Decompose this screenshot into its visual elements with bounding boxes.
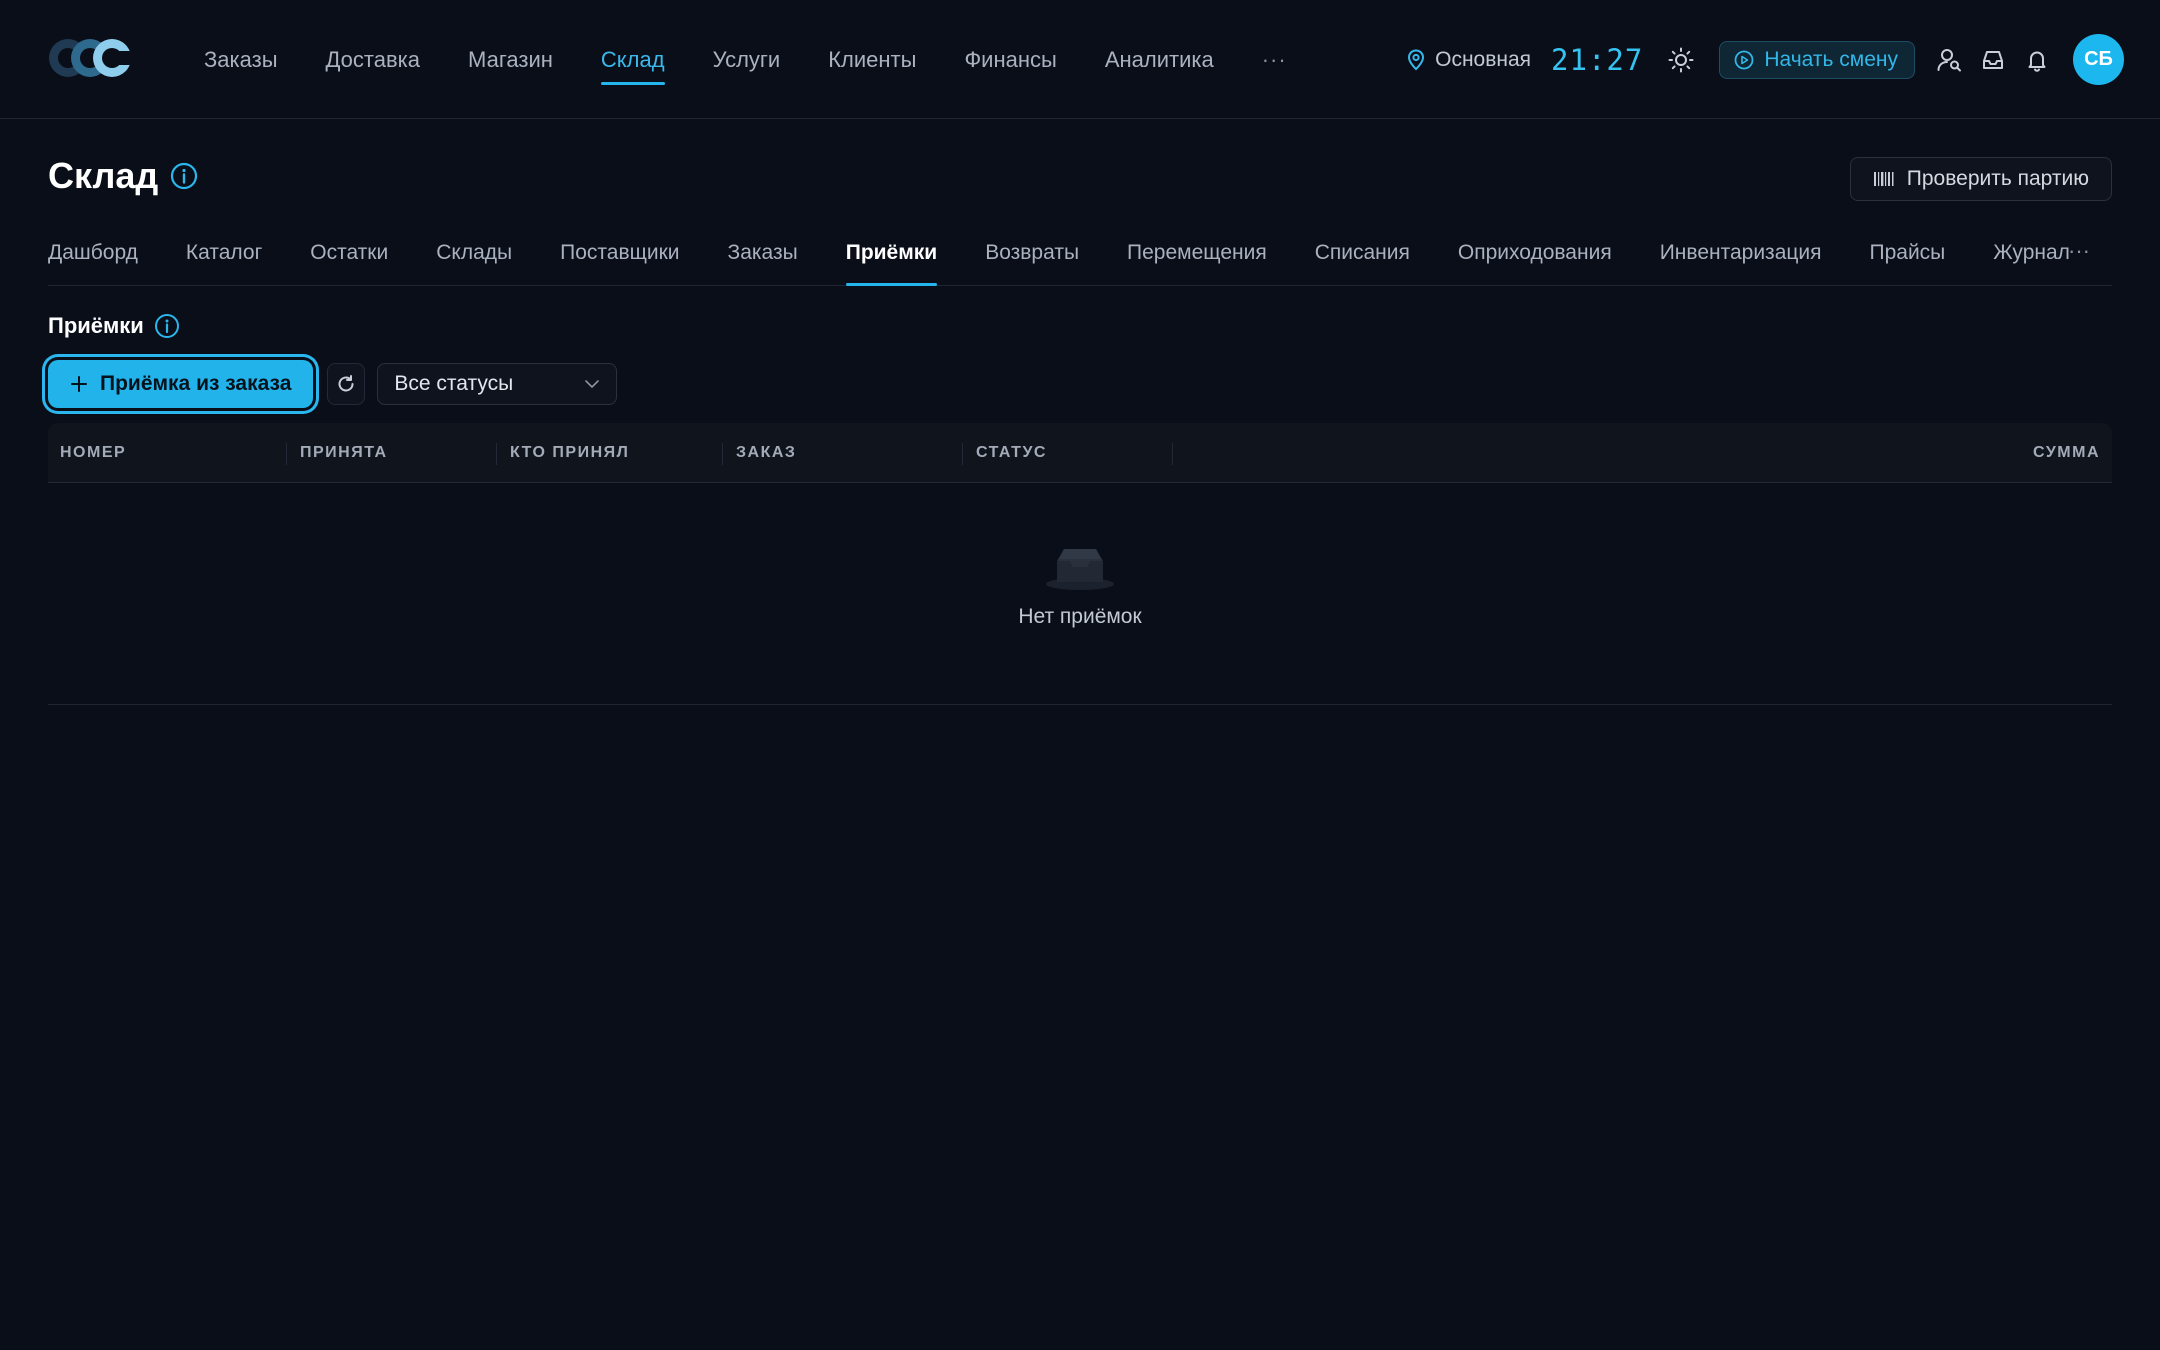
receipt-from-order-button[interactable]: Приёмка из заказа	[48, 360, 314, 408]
page-title: Склад	[48, 155, 159, 196]
tab-journal[interactable]: Журнал	[1993, 224, 2070, 285]
tab-price-lists[interactable]: Прайсы	[1870, 224, 1946, 285]
status-filter-value: Все статусы	[394, 372, 514, 395]
main-nav: Заказы Доставка Магазин Склад Услуги Кли…	[204, 0, 1335, 119]
table-body: Нет приёмок	[48, 483, 2112, 705]
inbox-icon	[1983, 50, 2003, 69]
location-selector[interactable]: Основная	[1407, 48, 1531, 72]
column-header-accepted-by[interactable]: КТО ПРИНЯЛ	[510, 423, 629, 483]
warehouse-subnav: Дашборд Каталог Остатки Склады Поставщик…	[48, 224, 2112, 286]
notifications-button[interactable]	[2017, 40, 2057, 80]
employees-button[interactable]	[1929, 40, 1969, 80]
top-bar-actions: Основная 21:27 Начать смену СБ	[1407, 0, 2124, 119]
play-circle-icon	[1734, 50, 1754, 69]
column-divider[interactable]	[286, 443, 287, 465]
nav-shop[interactable]: Магазин	[468, 0, 553, 119]
tab-writeoffs[interactable]: Списания	[1315, 224, 1410, 285]
page-header: Склад	[48, 155, 198, 197]
location-label: Основная	[1435, 47, 1532, 71]
check-batch-button[interactable]: Проверить партию	[1849, 157, 2112, 201]
subnav-more-button[interactable]: ···	[2068, 238, 2090, 264]
table-header: НОМЕР ПРИНЯТА КТО ПРИНЯЛ ЗАКАЗ СТАТУС СУ…	[48, 423, 2112, 483]
barcode-icon	[1873, 172, 1894, 186]
nav-orders[interactable]: Заказы	[204, 0, 278, 119]
column-divider[interactable]	[962, 443, 963, 465]
tab-transfers[interactable]: Перемещения	[1127, 224, 1267, 285]
user-search-icon	[1937, 48, 1961, 71]
receipts-table: НОМЕР ПРИНЯТА КТО ПРИНЯЛ ЗАКАЗ СТАТУС СУ…	[48, 423, 2112, 705]
sun-icon	[1668, 47, 1694, 72]
tab-orders[interactable]: Заказы	[728, 224, 798, 285]
tab-dashboard[interactable]: Дашборд	[48, 224, 138, 285]
bell-icon	[2028, 51, 2046, 72]
tab-warehouses[interactable]: Склады	[436, 224, 512, 285]
empty-state-text: Нет приёмок	[1018, 605, 1142, 628]
column-header-number[interactable]: НОМЕР	[60, 423, 126, 483]
company-logo[interactable]	[48, 36, 134, 80]
clock: 21:27	[1551, 42, 1644, 77]
column-divider[interactable]	[722, 443, 723, 465]
empty-tray-icon	[1046, 549, 1114, 590]
section-title: Приёмки	[48, 313, 144, 338]
nav-delivery[interactable]: Доставка	[326, 0, 420, 119]
column-divider[interactable]	[1172, 443, 1173, 465]
tab-inventory[interactable]: Инвентаризация	[1660, 224, 1822, 285]
receipts-toolbar: Приёмка из заказа Все статусы	[42, 354, 618, 414]
column-header-status[interactable]: СТАТУС	[976, 423, 1047, 483]
location-pin-icon	[1408, 48, 1425, 70]
start-shift-button[interactable]: Начать смену	[1719, 40, 1915, 79]
refresh-button[interactable]	[327, 363, 366, 405]
nav-clients[interactable]: Клиенты	[828, 0, 916, 119]
receipt-from-order-label: Приёмка из заказа	[100, 372, 292, 395]
nav-more-button[interactable]: ···	[1262, 0, 1287, 119]
info-icon[interactable]	[170, 162, 198, 190]
section-header: Приёмки	[48, 313, 180, 339]
nav-finance[interactable]: Финансы	[964, 0, 1056, 119]
tab-returns[interactable]: Возвраты	[985, 224, 1079, 285]
refresh-icon	[338, 375, 354, 392]
tab-postings[interactable]: Оприходования	[1458, 224, 1612, 285]
chevron-down-icon	[585, 380, 600, 388]
start-shift-label: Начать смену	[1764, 47, 1898, 71]
status-filter-select[interactable]: Все статусы	[377, 363, 618, 405]
empty-state: Нет приёмок	[48, 545, 2112, 629]
top-bar: Заказы Доставка Магазин Склад Услуги Кли…	[0, 0, 2160, 119]
tab-stock[interactable]: Остатки	[310, 224, 388, 285]
theme-toggle-button[interactable]	[1661, 40, 1701, 80]
tab-catalog[interactable]: Каталог	[186, 224, 262, 285]
inbox-button[interactable]	[1973, 40, 2013, 80]
nav-services[interactable]: Услуги	[713, 0, 781, 119]
column-header-accepted[interactable]: ПРИНЯТА	[300, 423, 388, 483]
check-batch-label: Проверить партию	[1906, 167, 2089, 190]
info-icon[interactable]	[154, 313, 180, 339]
column-header-sum[interactable]: СУММА	[2033, 423, 2100, 483]
tab-receipts[interactable]: Приёмки	[845, 224, 938, 286]
plus-icon	[71, 376, 87, 392]
column-divider[interactable]	[496, 443, 497, 465]
tab-suppliers[interactable]: Поставщики	[560, 224, 679, 285]
nav-warehouse[interactable]: Склад	[600, 0, 665, 119]
column-header-order[interactable]: ЗАКАЗ	[736, 423, 796, 483]
nav-analytics[interactable]: Аналитика	[1105, 0, 1214, 119]
user-avatar[interactable]: СБ	[2073, 34, 2124, 85]
